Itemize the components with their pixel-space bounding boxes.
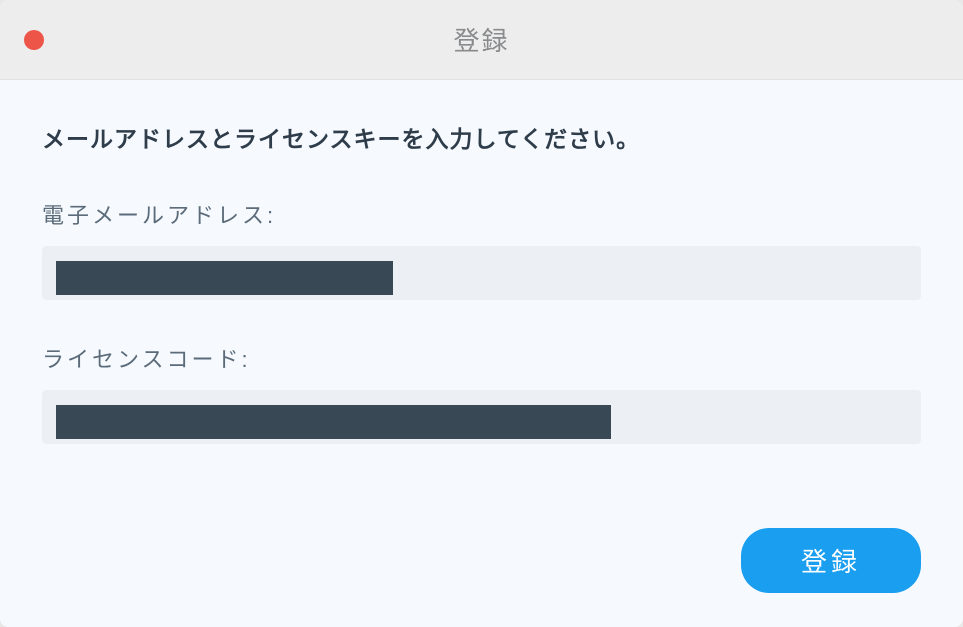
email-label: 電子メールアドレス:	[42, 198, 921, 230]
license-field-group: ライセンスコード:	[42, 342, 921, 444]
content-area: メールアドレスとライセンスキーを入力してください。 電子メールアドレス: ライセ…	[0, 80, 963, 627]
email-field-group: 電子メールアドレス:	[42, 198, 921, 300]
footer-actions: 登録	[42, 528, 921, 593]
redacted-license-value	[56, 405, 611, 439]
register-button[interactable]: 登録	[741, 528, 921, 593]
redacted-email-value	[56, 261, 393, 295]
email-input[interactable]	[42, 246, 921, 300]
registration-window: 登録 メールアドレスとライセンスキーを入力してください。 電子メールアドレス: …	[0, 0, 963, 627]
license-label: ライセンスコード:	[42, 342, 921, 374]
license-input[interactable]	[42, 390, 921, 444]
close-button[interactable]	[24, 30, 44, 50]
titlebar: 登録	[0, 0, 963, 80]
window-title: 登録	[0, 21, 963, 58]
instruction-text: メールアドレスとライセンスキーを入力してください。	[42, 120, 921, 154]
